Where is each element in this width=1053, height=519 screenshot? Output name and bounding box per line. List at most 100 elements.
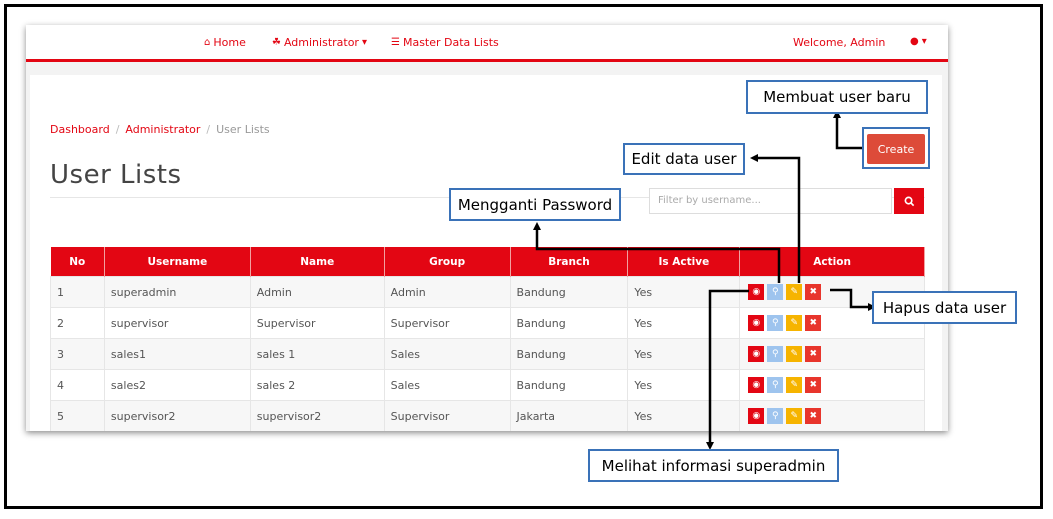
search-icon [904,196,914,206]
edit-button[interactable]: ✎ [786,315,803,331]
nav-administrator[interactable]: ☘ Administrator ▾ [272,36,367,49]
cell-actions: ◉ ⚲ ✎ ✖ [739,400,925,431]
edit-icon: ✎ [790,349,799,359]
callout-view: Melihat informasi superadmin [588,449,839,482]
nav-master-data[interactable]: ☰ Master Data Lists [391,36,499,49]
callout-password: Mengganti Password [449,188,621,221]
edit-icon: ✎ [790,318,799,328]
filter-input[interactable]: Filter by username... [649,188,892,214]
delete-button[interactable]: ✖ [805,377,822,393]
edit-icon: ✎ [790,411,799,421]
view-button[interactable]: ◉ [748,377,765,393]
nav-administrator-label: Administrator [283,36,359,49]
header-is-active: Is Active [627,247,741,277]
header-name: Name [250,247,385,277]
breadcrumb-administrator[interactable]: Administrator [125,123,200,136]
eye-icon: ◉ [752,287,761,297]
view-button[interactable]: ◉ [748,408,765,424]
welcome-label: Welcome, Admin [793,36,886,49]
breadcrumb-dashboard[interactable]: Dashboard [50,123,110,136]
edit-button[interactable]: ✎ [786,346,803,362]
view-button[interactable]: ◉ [748,346,765,362]
key-icon: ⚲ [771,380,779,390]
edit-button[interactable]: ✎ [786,408,803,424]
eye-icon: ◉ [752,318,761,328]
user-menu[interactable]: ● ▾ [910,36,927,47]
header-username: Username [104,247,251,277]
table-row: 3 sales1 sales 1 Sales Bandung Yes ◉ ⚲ ✎ ✖ [50,338,925,370]
edit-icon: ✎ [790,380,799,390]
key-icon: ⚲ [771,318,779,328]
change-password-button[interactable]: ⚲ [767,346,784,362]
close-icon: ✖ [809,349,818,359]
cell-username: sales2 [103,369,251,401]
edit-icon: ✎ [790,287,799,297]
cell-group: Admin [383,276,511,308]
nav-home-label: Home [213,36,246,49]
breadcrumb: Dashboard / Administrator / User Lists [50,123,270,136]
view-button[interactable]: ◉ [748,315,765,331]
cell-branch: Bandung [509,338,629,370]
delete-button[interactable]: ✖ [805,315,822,331]
cell-username: sales1 [103,338,251,370]
create-button-highlight [862,127,930,169]
breadcrumb-separator: / [206,123,211,136]
eye-icon: ◉ [752,380,761,390]
cell-name: sales 2 [249,369,385,401]
header-action: Action [739,247,925,277]
table-row: 5 supervisor2 supervisor2 Supervisor Jak… [50,400,925,431]
cell-username: supervisor [103,307,251,339]
edit-button[interactable]: ✎ [786,377,803,393]
callout-delete: Hapus data user [872,291,1017,324]
nav-home[interactable]: ⌂ Home [204,36,246,49]
list-icon: ☰ [391,37,400,48]
cell-no: 1 [50,276,105,308]
cell-group: Sales [383,369,511,401]
caret-down-icon: ▾ [921,36,927,47]
close-icon: ✖ [809,287,818,297]
cell-username: superadmin [103,276,251,308]
delete-button[interactable]: ✖ [805,284,822,300]
delete-button[interactable]: ✖ [805,408,822,424]
cell-is-active: Yes [627,276,741,308]
edit-button[interactable]: ✎ [786,284,803,300]
cell-branch: Bandung [509,307,629,339]
search-button[interactable] [894,188,924,214]
eye-icon: ◉ [752,349,761,359]
cell-username: supervisor2 [103,400,251,431]
header-group: Group [384,247,511,277]
users-table: No Username Name Group Branch Is Active … [50,247,925,431]
view-button[interactable]: ◉ [748,284,765,300]
header-no: No [50,247,105,277]
cell-is-active: Yes [627,400,741,431]
cell-name: Admin [249,276,385,308]
cell-no: 5 [50,400,105,431]
cell-is-active: Yes [627,369,741,401]
eye-icon: ◉ [752,411,761,421]
cell-name: Supervisor [249,307,385,339]
table-row: 1 superadmin Admin Admin Bandung Yes ◉ ⚲ ✎… [50,276,925,308]
key-icon: ⚲ [771,349,779,359]
cell-no: 4 [50,369,105,401]
callout-edit: Edit data user [623,143,745,175]
cell-is-active: Yes [627,338,741,370]
close-icon: ✖ [809,380,818,390]
table-header-row: No Username Name Group Branch Is Active … [50,247,925,277]
close-icon: ✖ [809,318,818,328]
change-password-button[interactable]: ⚲ [767,284,784,300]
cell-branch: Bandung [509,276,629,308]
home-icon: ⌂ [204,37,211,48]
top-navbar: ⌂ Home ☘ Administrator ▾ ☰ Master Data L… [26,25,948,62]
key-icon: ⚲ [771,411,779,421]
page-title: User Lists [50,160,182,190]
breadcrumb-current: User Lists [216,123,270,136]
cell-name: sales 1 [249,338,385,370]
cell-name: supervisor2 [249,400,385,431]
change-password-button[interactable]: ⚲ [767,377,784,393]
user-icon: ● [910,36,919,47]
change-password-button[interactable]: ⚲ [767,315,784,331]
change-password-button[interactable]: ⚲ [767,408,784,424]
delete-button[interactable]: ✖ [805,346,822,362]
cell-group: Sales [383,338,511,370]
cell-actions: ◉ ⚲ ✎ ✖ [739,338,925,370]
